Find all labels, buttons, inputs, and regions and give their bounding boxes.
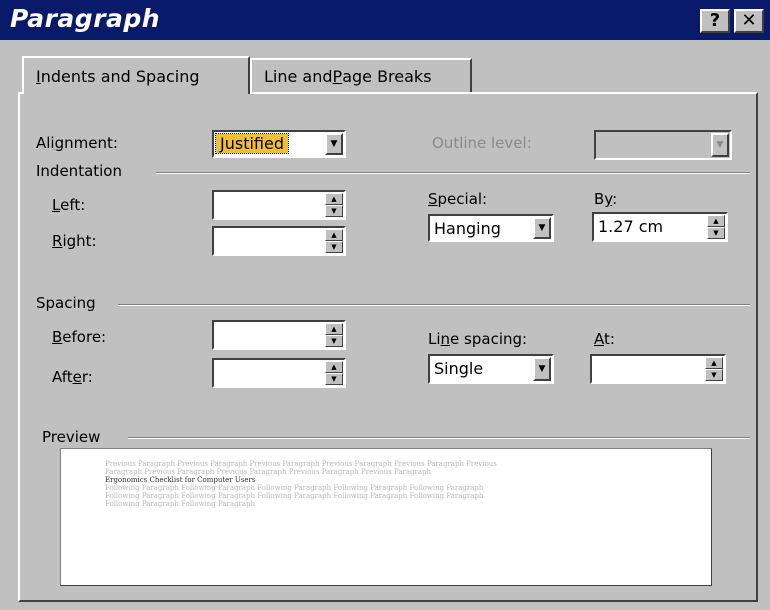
spin-down-icon[interactable]: ▼ — [325, 205, 343, 217]
right-indent-spinner[interactable]: ▲ ▼ — [325, 229, 343, 253]
chevron-down-icon: ▼ — [711, 133, 729, 157]
preview-line: Paragraph Previous Paragraph Previous Pa… — [105, 468, 432, 476]
spin-down-icon[interactable]: ▼ — [705, 369, 723, 381]
spacing-before-field[interactable]: ▲ ▼ — [212, 320, 346, 350]
special-select[interactable]: Hanging ▼ — [428, 214, 554, 242]
preview-pane: Previous Paragraph Previous Paragraph Pr… — [60, 448, 712, 586]
spin-down-icon[interactable]: ▼ — [325, 335, 343, 347]
spin-down-icon[interactable]: ▼ — [325, 241, 343, 253]
after-label: After: — [52, 368, 93, 386]
chevron-down-icon[interactable]: ▼ — [325, 133, 343, 155]
line-spacing-select[interactable]: Single ▼ — [428, 354, 554, 384]
spacing-after-spinner[interactable]: ▲ ▼ — [325, 361, 343, 385]
spacing-after-field[interactable]: ▲ ▼ — [212, 358, 346, 388]
outline-level-label: Outline level: — [432, 134, 532, 152]
line-spacing-value: Single — [434, 359, 484, 378]
chevron-down-icon[interactable]: ▼ — [533, 217, 551, 239]
spin-down-icon[interactable]: ▼ — [325, 373, 343, 385]
spin-up-icon[interactable]: ▲ — [325, 193, 343, 205]
spin-up-icon[interactable]: ▲ — [707, 215, 725, 227]
at-field[interactable]: ▲ ▼ — [590, 354, 726, 384]
special-value: Hanging — [434, 219, 501, 238]
line-spacing-label: Line spacing: — [428, 330, 528, 348]
spin-up-icon[interactable]: ▲ — [705, 357, 723, 369]
panel-content: Alignment: Justified ▼ Outline level: ▼ … — [0, 0, 770, 610]
preview-line: Ergonomics Checklist for Computer Users — [105, 476, 256, 484]
special-label: Special: — [428, 190, 488, 208]
outline-level-select: ▼ — [594, 130, 732, 160]
group-divider — [128, 437, 750, 439]
indentation-group-title: Indentation — [36, 162, 122, 180]
spin-up-icon[interactable]: ▲ — [325, 229, 343, 241]
by-spinner[interactable]: ▲ ▼ — [707, 215, 725, 239]
alignment-value: Justified — [215, 133, 289, 154]
spin-up-icon[interactable]: ▲ — [325, 361, 343, 373]
preview-line: Following Paragraph Following Paragraph — [105, 500, 256, 508]
at-spinner[interactable]: ▲ ▼ — [705, 357, 723, 381]
spin-down-icon[interactable]: ▼ — [707, 227, 725, 239]
before-label: Before: — [52, 328, 107, 346]
chevron-down-icon[interactable]: ▼ — [533, 357, 551, 381]
left-indent-field[interactable]: ▲ ▼ — [212, 190, 346, 220]
group-divider — [156, 172, 750, 174]
group-divider — [118, 304, 750, 306]
alignment-label: Alignment: — [36, 134, 118, 152]
at-label: At: — [594, 330, 615, 348]
spin-up-icon[interactable]: ▲ — [325, 323, 343, 335]
preview-line: Following Paragraph Following Paragraph … — [105, 492, 484, 500]
preview-group-title: Preview — [42, 428, 101, 446]
right-indent-label: Right: — [52, 232, 97, 250]
spacing-group-title: Spacing — [36, 294, 96, 312]
left-indent-label: Left: — [52, 196, 86, 214]
preview-line: Previous Paragraph Previous Paragraph Pr… — [105, 460, 497, 468]
right-indent-field[interactable]: ▲ ▼ — [212, 226, 346, 256]
preview-line: Following Paragraph Following Paragraph … — [105, 484, 484, 492]
by-label: By: — [594, 190, 618, 208]
alignment-select[interactable]: Justified ▼ — [212, 130, 346, 158]
by-value: 1.27 cm — [598, 217, 664, 236]
by-field[interactable]: 1.27 cm ▲ ▼ — [592, 212, 728, 242]
spacing-before-spinner[interactable]: ▲ ▼ — [325, 323, 343, 347]
left-indent-spinner[interactable]: ▲ ▼ — [325, 193, 343, 217]
